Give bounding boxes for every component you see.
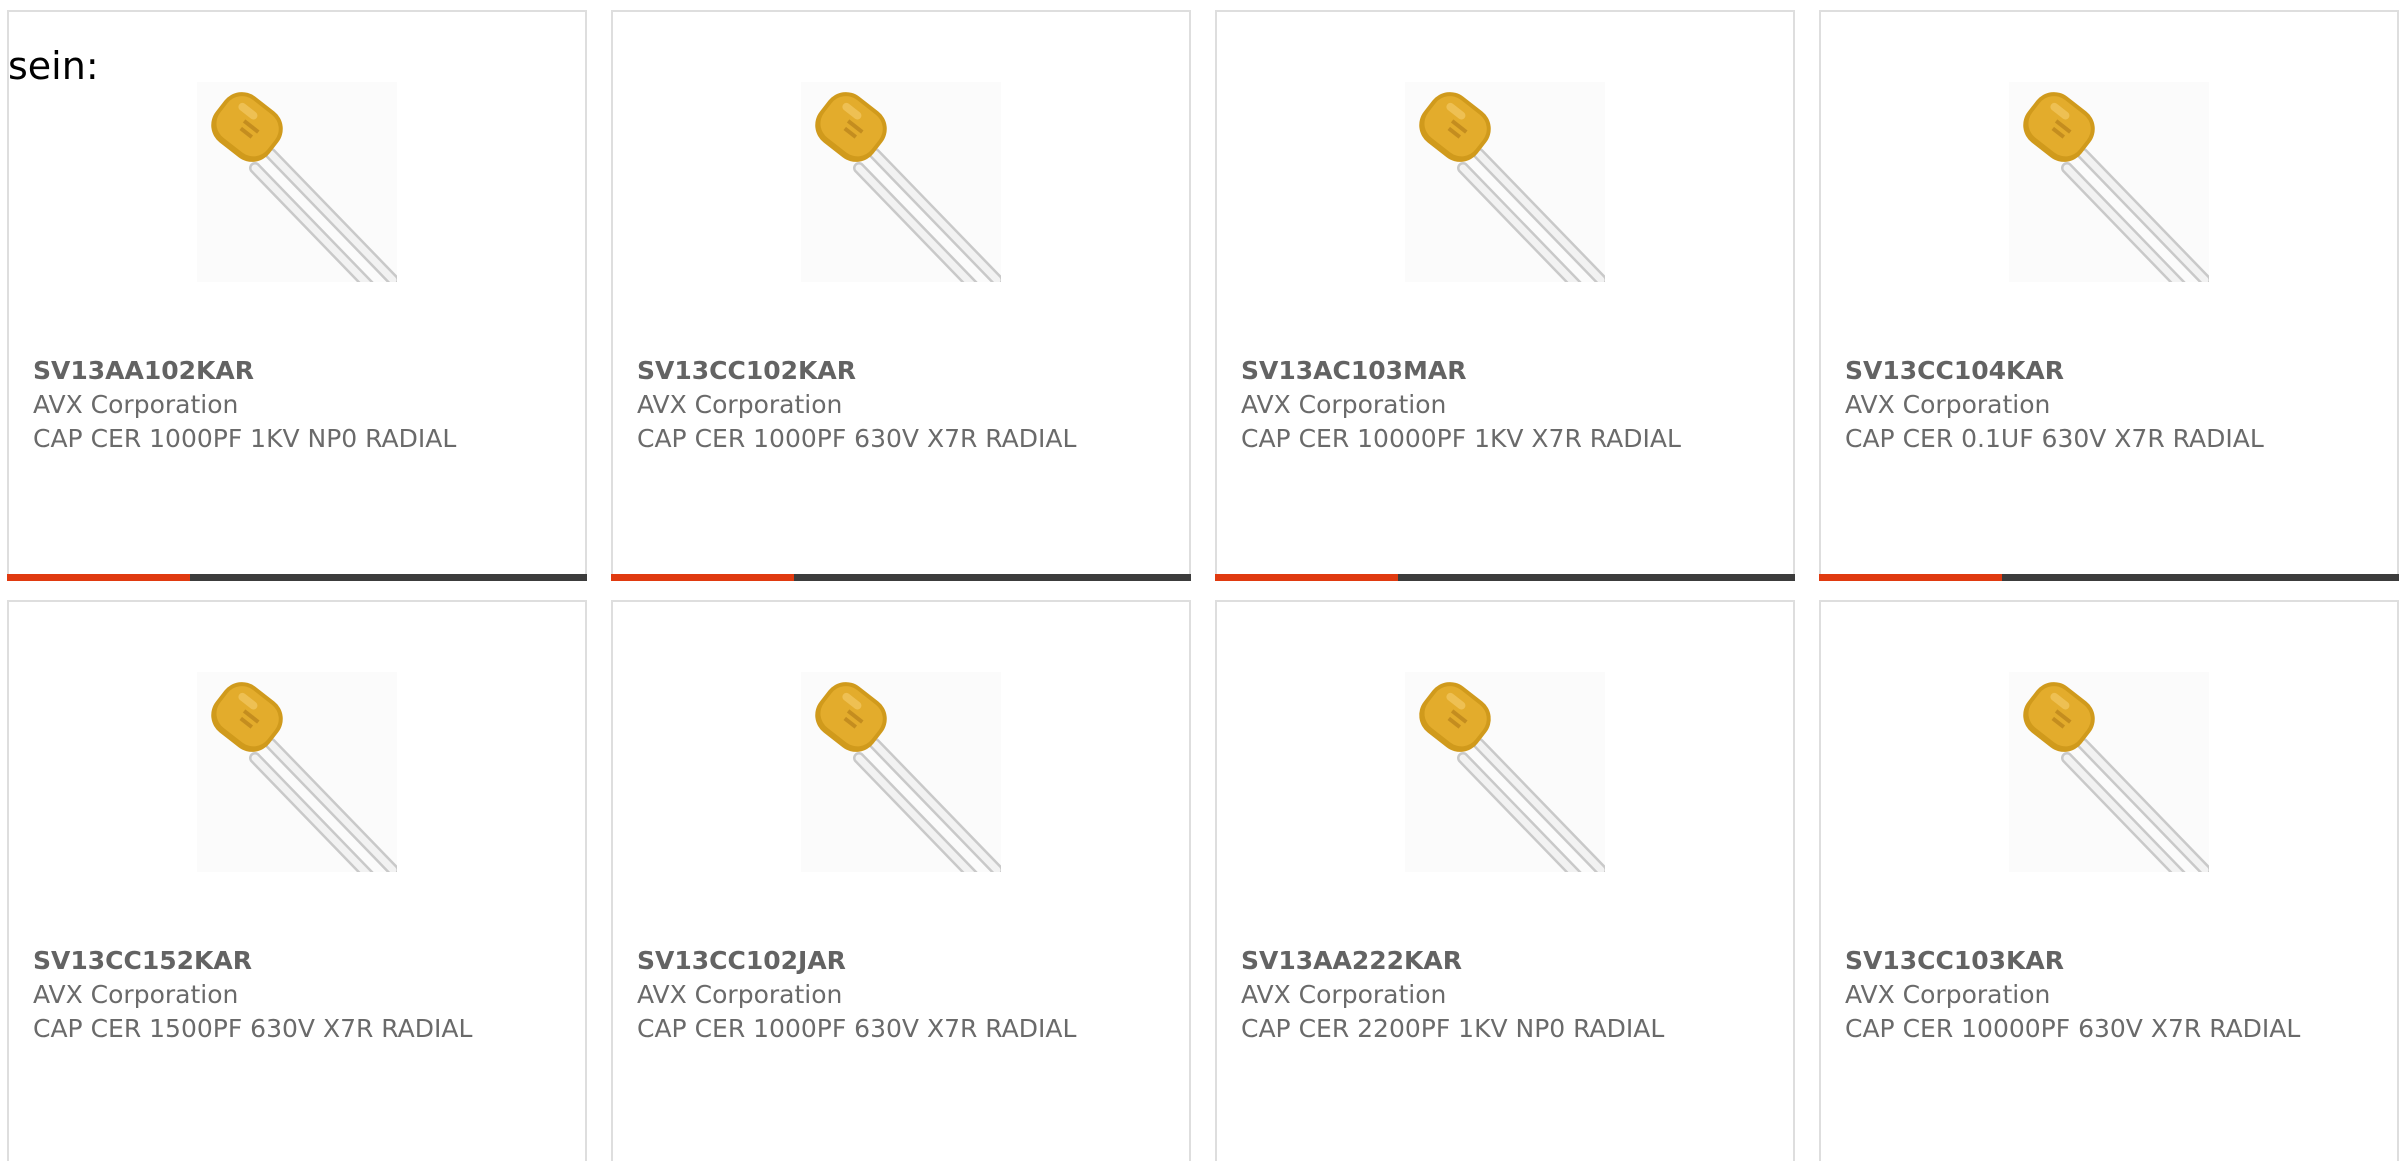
product-info: SV13AA222KAR AVX Corporation CAP CER 220… [1241, 944, 1771, 1046]
ceramic-capacitor-icon[interactable] [1405, 82, 1605, 282]
card-bottom-bar [611, 574, 1191, 581]
card-bottom-bar [7, 574, 587, 581]
card-accent-bar [1819, 574, 2002, 581]
manufacturer: AVX Corporation [1845, 390, 2051, 419]
manufacturer: AVX Corporation [637, 390, 843, 419]
product-info: SV13AC103MAR AVX Corporation CAP CER 100… [1241, 354, 1771, 456]
product-card[interactable]: SV13CC102JAR AVX Corporation CAP CER 100… [611, 600, 1191, 1161]
product-description: CAP CER 1000PF 630V X7R RADIAL [637, 1014, 1077, 1043]
part-number[interactable]: SV13CC152KAR [33, 944, 563, 978]
part-number[interactable]: SV13CC103KAR [1845, 944, 2375, 978]
intro-text: sein: [8, 44, 99, 88]
ceramic-capacitor-icon[interactable] [2009, 82, 2209, 282]
card-accent-bar [1215, 574, 1398, 581]
product-card[interactable]: SV13AA102KAR AVX Corporation CAP CER 100… [7, 10, 587, 581]
card-accent-bar [7, 574, 190, 581]
part-number[interactable]: SV13AA102KAR [33, 354, 563, 388]
part-number[interactable]: SV13AA222KAR [1241, 944, 1771, 978]
manufacturer: AVX Corporation [1241, 390, 1447, 419]
product-card[interactable]: SV13CC102KAR AVX Corporation CAP CER 100… [611, 10, 1191, 581]
product-description: CAP CER 1000PF 1KV NP0 RADIAL [33, 424, 457, 453]
part-number[interactable]: SV13CC102KAR [637, 354, 1167, 388]
manufacturer: AVX Corporation [637, 980, 843, 1009]
product-description: CAP CER 2200PF 1KV NP0 RADIAL [1241, 1014, 1665, 1043]
product-info: SV13CC104KAR AVX Corporation CAP CER 0.1… [1845, 354, 2375, 456]
product-description: CAP CER 0.1UF 630V X7R RADIAL [1845, 424, 2264, 453]
card-bottom-bar [1215, 574, 1795, 581]
ceramic-capacitor-icon[interactable] [1405, 672, 1605, 872]
manufacturer: AVX Corporation [33, 390, 239, 419]
part-number[interactable]: SV13AC103MAR [1241, 354, 1771, 388]
product-info: SV13CC102KAR AVX Corporation CAP CER 100… [637, 354, 1167, 456]
product-description: CAP CER 1000PF 630V X7R RADIAL [637, 424, 1077, 453]
manufacturer: AVX Corporation [1845, 980, 2051, 1009]
ceramic-capacitor-icon[interactable] [2009, 672, 2209, 872]
product-info: SV13CC102JAR AVX Corporation CAP CER 100… [637, 944, 1167, 1046]
product-card[interactable]: SV13AA222KAR AVX Corporation CAP CER 220… [1215, 600, 1795, 1161]
product-description: CAP CER 1500PF 630V X7R RADIAL [33, 1014, 473, 1043]
product-card[interactable]: SV13CC104KAR AVX Corporation CAP CER 0.1… [1819, 10, 2399, 581]
manufacturer: AVX Corporation [1241, 980, 1447, 1009]
ceramic-capacitor-icon[interactable] [197, 672, 397, 872]
product-info: SV13AA102KAR AVX Corporation CAP CER 100… [33, 354, 563, 456]
product-info: SV13CC103KAR AVX Corporation CAP CER 100… [1845, 944, 2375, 1046]
product-description: CAP CER 10000PF 1KV X7R RADIAL [1241, 424, 1681, 453]
product-description: CAP CER 10000PF 630V X7R RADIAL [1845, 1014, 2301, 1043]
product-info: SV13CC152KAR AVX Corporation CAP CER 150… [33, 944, 563, 1046]
product-card[interactable]: SV13CC152KAR AVX Corporation CAP CER 150… [7, 600, 587, 1161]
ceramic-capacitor-icon[interactable] [801, 82, 1001, 282]
part-number[interactable]: SV13CC104KAR [1845, 354, 2375, 388]
product-card[interactable]: SV13CC103KAR AVX Corporation CAP CER 100… [1819, 600, 2399, 1161]
card-accent-bar [611, 574, 794, 581]
card-bottom-bar [1819, 574, 2399, 581]
manufacturer: AVX Corporation [33, 980, 239, 1009]
product-card[interactable]: SV13AC103MAR AVX Corporation CAP CER 100… [1215, 10, 1795, 581]
ceramic-capacitor-icon[interactable] [197, 82, 397, 282]
product-grid: SV13AA102KAR AVX Corporation CAP CER 100… [7, 10, 2400, 1161]
ceramic-capacitor-icon[interactable] [801, 672, 1001, 872]
part-number[interactable]: SV13CC102JAR [637, 944, 1167, 978]
